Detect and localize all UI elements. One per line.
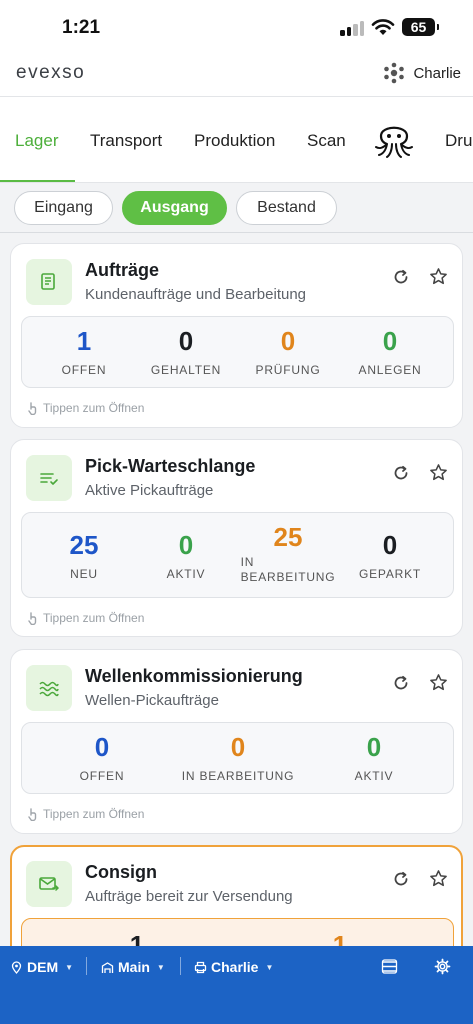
- card-subtitle: Aktive Pickaufträge: [85, 482, 214, 499]
- stat-neu: 25 NEU: [69, 530, 99, 581]
- stat-in-bearbeitung: 25 IN BEARBEITUNG: [240, 522, 336, 584]
- refresh-icon[interactable]: [392, 674, 410, 692]
- chevron-down-icon: ▼: [156, 962, 165, 972]
- chevron-down-icon: ▼: [265, 962, 274, 972]
- app-logo: evexso: [16, 62, 86, 83]
- card-title: Aufträge: [85, 260, 160, 280]
- stat-pruefung: 0 PRÜFUNG: [255, 326, 321, 377]
- tab-transport[interactable]: Transport: [90, 131, 162, 151]
- app-header: evexso Charlie: [0, 56, 473, 97]
- subtab-eingang[interactable]: Eingang: [14, 191, 113, 225]
- card-subtitle: Kundenaufträge und Bearbeitung: [85, 286, 307, 303]
- divider: [86, 957, 87, 975]
- battery-indicator: 65: [402, 18, 439, 36]
- tap-hint: Tippen zum Öffnen: [27, 611, 144, 625]
- divider: [180, 957, 181, 975]
- hand-tap-icon: [28, 807, 37, 821]
- star-icon[interactable]: [429, 869, 448, 888]
- waves-icon: [26, 665, 72, 711]
- stat-aktiv: 0 AKTIV: [354, 732, 394, 783]
- tab-dru[interactable]: Dru: [445, 131, 472, 151]
- refresh-icon[interactable]: [392, 268, 410, 286]
- settings-gear-icon[interactable]: [434, 958, 451, 975]
- mail-send-icon: [26, 861, 72, 907]
- card-auftraege[interactable]: Aufträge Kundenaufträge und Bearbeitung …: [10, 243, 463, 428]
- wifi-icon: [371, 19, 395, 35]
- refresh-icon[interactable]: [392, 870, 410, 888]
- refresh-icon[interactable]: [392, 464, 410, 482]
- card-subtitle: Aufträge bereit zur Versendung: [85, 888, 293, 905]
- hand-tap-icon: [28, 401, 37, 415]
- location-selector[interactable]: DEM ▼: [10, 959, 73, 975]
- active-tab-indicator: [0, 180, 75, 182]
- stats-panel: 0 OFFEN 0 IN BEARBEITUNG 0 AKTIV: [21, 722, 454, 794]
- sub-tabs: Eingang Ausgang Bestand: [0, 184, 473, 233]
- tap-hint: Tippen zum Öffnen: [27, 401, 144, 415]
- warehouse-selector[interactable]: Main ▼: [101, 959, 165, 975]
- stat-aktiv: 0 AKTIV: [166, 530, 206, 581]
- stat-offen: 0 OFFEN: [79, 732, 125, 783]
- subtab-bestand[interactable]: Bestand: [236, 191, 337, 225]
- star-icon[interactable]: [429, 673, 448, 692]
- warehouse-icon: [101, 961, 114, 973]
- list-check-icon: [26, 455, 72, 501]
- user-network-icon: [384, 62, 405, 84]
- tap-hint: Tippen zum Öffnen: [27, 807, 144, 821]
- status-time: 1:21: [62, 17, 101, 38]
- header-user-name: Charlie: [413, 64, 461, 82]
- cellular-signal-icon: [340, 20, 366, 36]
- user-menu[interactable]: Charlie: [383, 62, 461, 84]
- subtab-ausgang[interactable]: Ausgang: [122, 191, 227, 225]
- card-subtitle: Wellen-Pickaufträge: [85, 692, 219, 709]
- tab-lager[interactable]: Lager: [15, 131, 58, 151]
- stat-anlegen: 0 ANLEGEN: [358, 326, 422, 377]
- location-pin-icon: [11, 960, 22, 974]
- stats-panel: 1 OFFEN 0 GEHALTEN 0 PRÜFUNG 0 ANLEGEN: [21, 316, 454, 388]
- hand-tap-icon: [28, 611, 37, 625]
- card-wellenkommissionierung[interactable]: Wellenkommissionierung Wellen-Pickaufträ…: [10, 649, 463, 834]
- stat-in-bearbeitung: 0 IN BEARBEITUNG: [181, 732, 295, 783]
- tab-scan[interactable]: Scan: [307, 131, 346, 151]
- star-icon[interactable]: [429, 463, 448, 482]
- stat-geparkt: 0 GEPARKT: [358, 530, 422, 581]
- card-title: Wellenkommissionierung: [85, 666, 303, 686]
- card-pick-warteschlange[interactable]: Pick-Warteschlange Aktive Pickaufträge 2…: [10, 439, 463, 637]
- printer-icon: [194, 961, 207, 973]
- card-title: Consign: [85, 862, 157, 882]
- status-bar: 1:21 65: [0, 0, 473, 56]
- stats-panel: 25 NEU 0 AKTIV 25 IN BEARBEITUNG 0 GEPARKT: [21, 512, 454, 598]
- octopus-icon[interactable]: [373, 119, 415, 159]
- chevron-down-icon: ▼: [65, 962, 74, 972]
- main-tabs: Lager Transport Produktion Scan Dru: [0, 97, 473, 183]
- bottom-bar: DEM ▼ Main ▼ Charlie ▼: [0, 946, 473, 1024]
- stat-gehalten: 0 GEHALTEN: [150, 326, 222, 377]
- tab-produktion[interactable]: Produktion: [194, 131, 275, 151]
- layers-icon[interactable]: [381, 958, 398, 975]
- star-icon[interactable]: [429, 267, 448, 286]
- stat-offen: 1 OFFEN: [61, 326, 107, 377]
- printer-selector[interactable]: Charlie ▼: [194, 959, 273, 975]
- card-title: Pick-Warteschlange: [85, 456, 256, 476]
- document-icon: [26, 259, 72, 305]
